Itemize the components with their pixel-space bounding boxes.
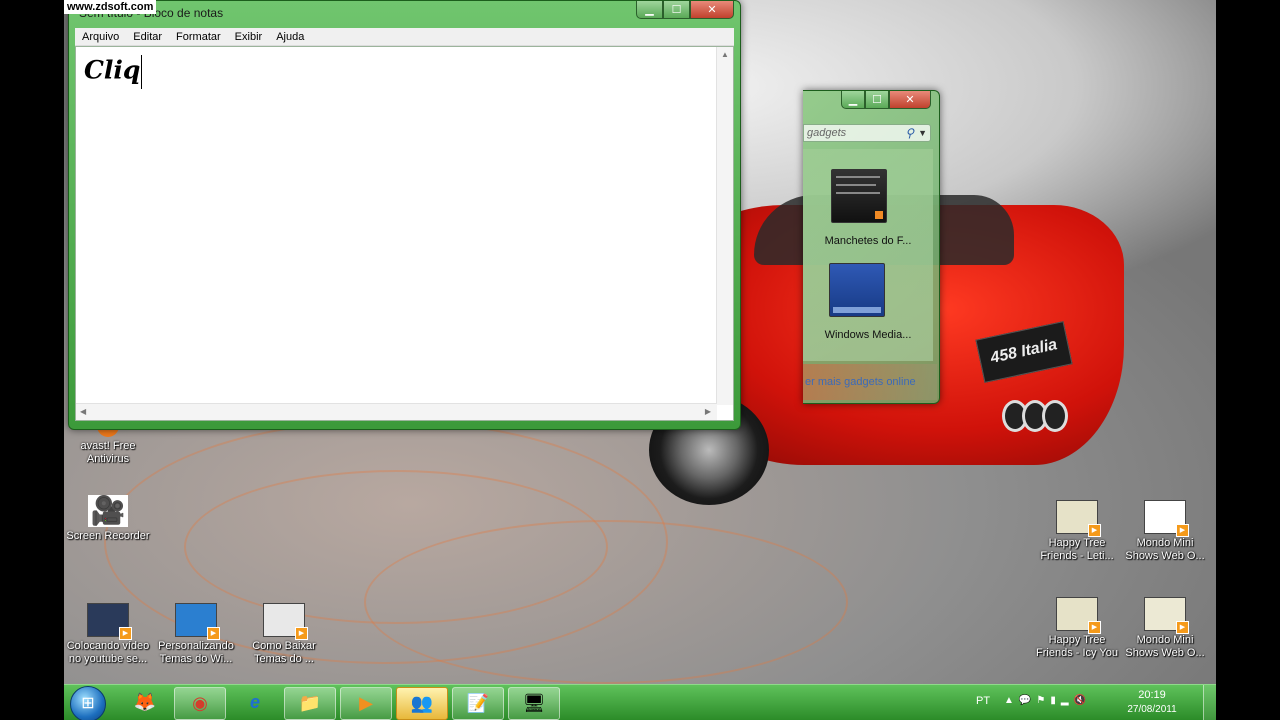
menu-bar: Arquivo Editar Formatar Exibir Ajuda xyxy=(75,28,734,46)
gadget-label[interactable]: Manchetes do F... xyxy=(803,235,933,247)
desktop-icon-video[interactable]: ▶ Mondo Mini Shows Web O... xyxy=(1122,597,1208,660)
menu-formatar[interactable]: Formatar xyxy=(169,31,228,43)
watermark: www.zdsoft.com xyxy=(64,0,157,14)
desktop-icon-video[interactable]: ▶ Como Baixar Temas do ... xyxy=(241,603,327,666)
text-editor-area[interactable]: Cliq ▲ ◀ ▶ xyxy=(75,46,734,421)
clock-time[interactable]: 20:19 xyxy=(1122,689,1182,701)
taskbar-chrome[interactable]: ◉ xyxy=(174,687,226,720)
windows-media-center-icon[interactable] xyxy=(829,263,885,317)
menu-exibir[interactable]: Exibir xyxy=(228,31,270,43)
editor-content: Cliq xyxy=(84,55,141,85)
taskbar-network-monitor[interactable]: 🖥 xyxy=(508,687,560,720)
battery-icon[interactable]: ▮ xyxy=(1050,695,1061,706)
volume-muted-icon[interactable]: 🔇 xyxy=(1074,695,1091,706)
network-monitor-icon: 🖥 xyxy=(522,693,546,713)
file-explorer-icon: 📁 xyxy=(298,693,322,713)
desktop-icon-label: Colocando vídeo no youtube se... xyxy=(66,640,150,665)
desktop-icon-label: Screen Recorder xyxy=(66,530,150,542)
video-file-icon: ▶ xyxy=(87,603,132,640)
scroll-left-arrow[interactable]: ◀ xyxy=(80,407,86,416)
system-tray: PT ▲💬⚑▮▂🔇 20:19 27/08/2011 xyxy=(976,685,1216,720)
windows-live-messenger-icon: 👥 xyxy=(410,693,434,713)
video-file-icon: ▶ xyxy=(1144,597,1189,634)
taskbar: ⊞ 🦊 ◉ e 📁 ▶ 👥 📝 🖥 PT ▲💬⚑▮▂🔇 20:19 27/08/… xyxy=(64,684,1216,720)
minimize-button[interactable]: ▁ xyxy=(841,91,865,109)
taskbar-notepad[interactable]: 📝 xyxy=(452,687,504,720)
gadget-label[interactable]: Windows Media... xyxy=(803,329,933,341)
vertical-scrollbar[interactable]: ▲ xyxy=(716,47,733,405)
windows-logo-icon: ⊞ xyxy=(81,695,95,712)
chevron-down-icon[interactable]: ▼ xyxy=(918,125,927,141)
text-caret xyxy=(141,55,143,89)
desktop-icon-video[interactable]: ▶ Personalizando Temas do Wi... xyxy=(153,603,239,666)
horizontal-scrollbar[interactable]: ◀ ▶ xyxy=(76,403,717,420)
car-exhaust xyxy=(1042,400,1068,432)
desktop-icon-video[interactable]: ▶ Colocando vídeo no youtube se... xyxy=(65,603,151,666)
close-button[interactable]: ✕ xyxy=(690,1,734,19)
scroll-up-arrow[interactable]: ▲ xyxy=(721,50,729,59)
internet-explorer-icon: e xyxy=(249,692,260,712)
maximize-button[interactable]: ☐ xyxy=(865,91,889,109)
rss-feed-headlines-icon[interactable] xyxy=(831,169,887,223)
close-button[interactable]: ✕ xyxy=(889,91,931,109)
gadget-list: Manchetes do F... Windows Media... xyxy=(803,149,933,361)
video-file-icon: ▶ xyxy=(1056,597,1101,634)
taskbar-firefox[interactable]: 🦊 xyxy=(120,687,170,718)
chat-icon[interactable]: 💬 xyxy=(1019,695,1036,706)
menu-editar[interactable]: Editar xyxy=(126,31,169,43)
video-file-icon: ▶ xyxy=(263,603,308,640)
clock-date[interactable]: 27/08/2011 xyxy=(1122,704,1182,715)
more-gadgets-online-link[interactable]: er mais gadgets online xyxy=(803,364,937,400)
media-player-icon: ▶ xyxy=(359,693,373,713)
notepad-icon: 📝 xyxy=(466,693,490,713)
taskbar-media-player[interactable]: ▶ xyxy=(340,687,392,720)
start-button[interactable]: ⊞ xyxy=(70,686,106,720)
show-desktop-button[interactable] xyxy=(1203,685,1216,720)
taskbar-explorer[interactable]: 📁 xyxy=(284,687,336,720)
network-icon[interactable]: ▂ xyxy=(1061,695,1074,706)
desktop: www.zdsoft.com 458 Italia avast! Free An… xyxy=(64,0,1216,720)
video-file-icon: ▶ xyxy=(175,603,220,640)
search-icon[interactable]: ⚲ xyxy=(905,125,914,141)
video-file-icon: ▶ xyxy=(1056,500,1101,537)
desktop-icon-screen-recorder[interactable]: 🎥 Screen Recorder xyxy=(65,495,151,543)
desktop-icon-label: Happy Tree Friends - Icy You xyxy=(1036,634,1118,659)
flag-icon[interactable]: ⚑ xyxy=(1036,695,1050,706)
gadget-search-input[interactable]: gadgets ⚲ ▼ xyxy=(803,124,931,142)
menu-ajuda[interactable]: Ajuda xyxy=(269,31,311,43)
scroll-right-arrow[interactable]: ▶ xyxy=(705,407,711,416)
menu-arquivo[interactable]: Arquivo xyxy=(75,31,126,43)
desktop-icon-label: Personalizando Temas do Wi... xyxy=(158,640,234,665)
taskbar-internet-explorer[interactable]: e xyxy=(230,687,280,718)
tray-icons: ▲💬⚑▮▂🔇 xyxy=(1004,695,1091,706)
desktop-icon-label: Como Baixar Temas do ... xyxy=(252,640,316,665)
gadgets-caption-buttons: ▁ ☐ ✕ xyxy=(841,91,931,109)
gadgets-window[interactable]: ▁ ☐ ✕ gadgets ⚲ ▼ Manchetes do F... Wind… xyxy=(803,90,940,404)
desktop-icon-label: avast! Free Antivirus xyxy=(80,440,136,465)
maximize-button[interactable]: ☐ xyxy=(663,1,690,19)
notepad-window[interactable]: Sem título - Bloco de notas ▁ ☐ ✕ Arquiv… xyxy=(68,0,741,430)
show-hidden-icons-icon[interactable]: ▲ xyxy=(1004,695,1019,706)
notepad-caption-buttons: ▁ ☐ ✕ xyxy=(636,1,734,19)
desktop-icon-video[interactable]: ▶ Mondo Mini Shows Web O... xyxy=(1122,500,1208,563)
video-file-icon: ▶ xyxy=(1144,500,1189,537)
camera-icon: 🎥 xyxy=(88,495,128,527)
language-indicator[interactable]: PT xyxy=(976,695,990,707)
desktop-icon-video[interactable]: ▶ Happy Tree Friends - Icy You xyxy=(1034,597,1120,660)
editor-text: Cliq xyxy=(84,55,143,89)
gadget-search-placeholder: gadgets xyxy=(807,127,847,139)
firefox-icon: 🦊 xyxy=(133,692,157,712)
desktop-icon-label: Happy Tree Friends - Leti... xyxy=(1040,537,1114,562)
desktop-icon-label: Mondo Mini Shows Web O... xyxy=(1125,634,1205,659)
wallpaper-swirl xyxy=(364,520,848,684)
chrome-icon: ◉ xyxy=(192,693,208,713)
taskbar-messenger[interactable]: 👥 xyxy=(396,687,448,720)
desktop-icon-video[interactable]: ▶ Happy Tree Friends - Leti... xyxy=(1034,500,1120,563)
desktop-icon-label: Mondo Mini Shows Web O... xyxy=(1125,537,1205,562)
minimize-button[interactable]: ▁ xyxy=(636,1,663,19)
